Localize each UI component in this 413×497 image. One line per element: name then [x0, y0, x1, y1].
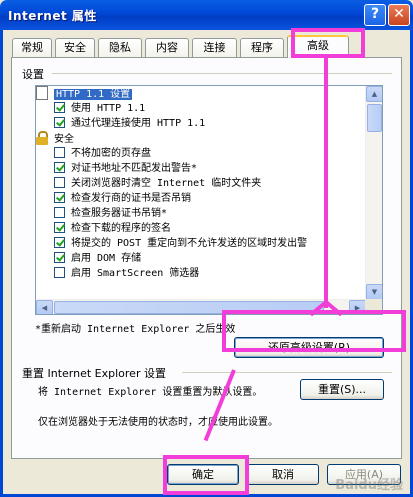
checkbox[interactable]	[54, 252, 65, 263]
settings-tree[interactable]: HTTP 1.1 设置 使用 HTTP 1.1 通过代理连接使用 HTTP 1.…	[35, 85, 383, 315]
setting-use-http11[interactable]: 使用 HTTP 1.1	[36, 101, 366, 116]
reset-note: 仅在浏览器处于无法使用的状态时，才应使用此设置。	[38, 417, 278, 428]
tab-general[interactable]: 常规	[12, 38, 52, 58]
close-button[interactable]: ✕	[388, 4, 410, 26]
reset-button[interactable]: 重置(S)...	[300, 379, 384, 400]
setting-check-signatures[interactable]: 检查下载的程序的签名	[36, 221, 366, 236]
tab-connections[interactable]: 连接	[192, 38, 237, 58]
annotation-arrow-line-1	[324, 58, 328, 308]
checkbox[interactable]	[54, 222, 65, 233]
tree-header-security[interactable]: 安全	[36, 131, 366, 146]
reset-group-label: 重置 Internet Explorer 设置	[22, 367, 166, 380]
settings-list: HTTP 1.1 设置 使用 HTTP 1.1 通过代理连接使用 HTTP 1.…	[36, 86, 366, 300]
scroll-left-icon[interactable]: ◀	[36, 300, 53, 314]
scroll-down-icon[interactable]: ▼	[366, 284, 382, 300]
highlight-ok-button	[163, 455, 249, 495]
tab-programs[interactable]: 程序	[240, 38, 284, 58]
setting-empty-temp-files[interactable]: 关闭浏览器时清空 Internet 临时文件夹	[36, 176, 366, 191]
vertical-scroll-thumb[interactable]	[367, 104, 382, 132]
checkbox[interactable]	[54, 162, 65, 173]
tab-privacy[interactable]: 隐私	[98, 38, 142, 58]
tree-header-http11[interactable]: HTTP 1.1 设置	[36, 86, 366, 101]
title-bar[interactable]: Internet 属性 ? ✕	[0, 0, 413, 30]
watermark: Baidu经验	[335, 478, 403, 493]
setting-dom-storage[interactable]: 启用 DOM 存储	[36, 251, 366, 266]
setting-http11-proxy[interactable]: 通过代理连接使用 HTTP 1.1	[36, 116, 366, 131]
lock-icon	[36, 131, 48, 145]
close-icon: ✕	[393, 6, 405, 22]
window-title: Internet 属性	[8, 9, 97, 23]
checkbox[interactable]	[54, 147, 65, 158]
setting-no-save-encrypted[interactable]: 不将加密的页存盘	[36, 146, 366, 161]
setting-smartscreen[interactable]: 启用 SmartScreen 筛选器	[36, 266, 366, 281]
settings-group-label: 设置	[22, 68, 44, 81]
highlight-advanced-tab	[291, 28, 365, 58]
tree-header-label: HTTP 1.1 设置	[54, 89, 133, 100]
tab-content[interactable]: 内容	[145, 38, 189, 58]
setting-cert-mismatch-warn[interactable]: 对证书地址不匹配发出警告*	[36, 161, 366, 176]
settings-divider	[52, 73, 392, 74]
highlight-restore-button	[222, 310, 406, 352]
reset-divider	[182, 372, 392, 373]
restart-note: *重新启动 Internet Explorer 之后生效	[35, 324, 236, 335]
checkbox[interactable]	[54, 192, 65, 203]
tab-security[interactable]: 安全	[55, 38, 95, 58]
checkbox[interactable]	[54, 237, 65, 248]
setting-post-redirect-warn[interactable]: 将提交的 POST 重定向到不允许发送的区域时发出警	[36, 236, 366, 251]
cancel-button[interactable]: 取消	[247, 464, 319, 485]
help-button[interactable]: ?	[364, 4, 386, 26]
page-icon	[36, 86, 48, 100]
checkbox[interactable]	[54, 207, 65, 218]
setting-server-revocation[interactable]: 检查服务器证书吊销*	[36, 206, 366, 221]
dialog-body: 常规 安全 隐私 内容 连接 程序 高级 设置 HTTP 1.1 设置 使用 H…	[0, 30, 413, 497]
advanced-tab-panel: 设置 HTTP 1.1 设置 使用 HTTP 1.1 通过代理连接使用 HTTP…	[11, 57, 402, 459]
checkbox[interactable]	[54, 177, 65, 188]
scroll-up-icon[interactable]: ▲	[366, 86, 382, 102]
checkbox[interactable]	[54, 102, 65, 113]
checkbox[interactable]	[54, 117, 65, 128]
setting-publisher-revocation[interactable]: 检查发行商的证书是否吊销	[36, 191, 366, 206]
checkbox[interactable]	[54, 267, 65, 278]
vertical-scrollbar[interactable]: ▲ ▼	[365, 86, 382, 300]
question-icon: ?	[370, 6, 380, 22]
